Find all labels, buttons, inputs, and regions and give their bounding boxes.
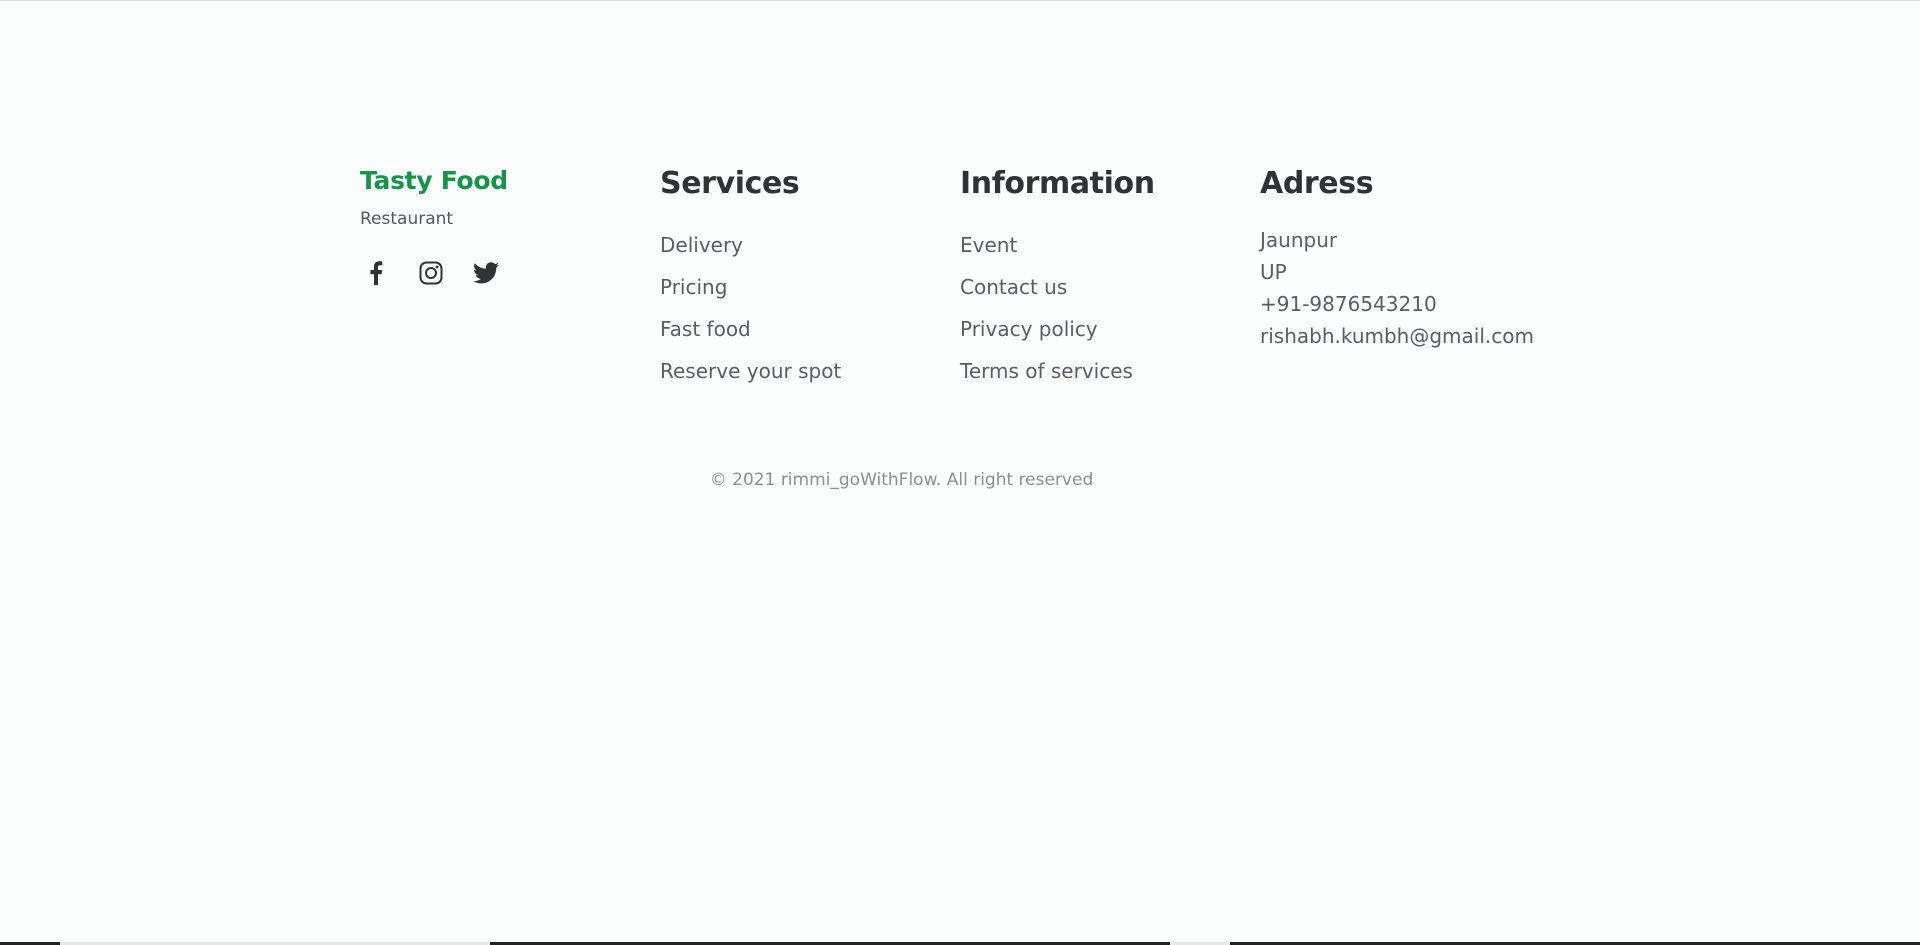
information-list: Event Contact us Privacy policy Terms of… — [960, 224, 1260, 392]
services-link-fast-food[interactable]: Fast food — [660, 308, 960, 350]
services-link-reserve[interactable]: Reserve your spot — [660, 350, 960, 392]
top-divider — [0, 0, 1920, 1]
brand-subtitle: Restaurant — [360, 209, 454, 229]
address-city: Jaunpur — [1260, 228, 1338, 252]
brand-name[interactable]: Tasty Food — [360, 166, 660, 195]
information-link-contact[interactable]: Contact us — [960, 266, 1260, 308]
facebook-icon[interactable] — [360, 257, 391, 288]
services-list: Delivery Pricing Fast food Reserve your … — [660, 224, 960, 392]
address-heading: Adress — [1260, 166, 1374, 201]
address-list: Jaunpur UP +91-9876543210 rishabh.kumbh@… — [1260, 224, 1560, 352]
address-column: Adress Jaunpur UP +91-9876543210 rishabh… — [1260, 160, 1560, 392]
instagram-icon[interactable] — [415, 257, 446, 288]
services-link-delivery[interactable]: Delivery — [660, 224, 960, 266]
information-column: Information Event Contact us Privacy pol… — [960, 160, 1260, 392]
information-link-privacy[interactable]: Privacy policy — [960, 308, 1260, 350]
address-state: UP — [1260, 260, 1287, 284]
brand-column: Tasty Food Restaurant — [360, 160, 660, 392]
address-email: rishabh.kumbh@gmail.com — [1260, 324, 1534, 348]
services-link-pricing[interactable]: Pricing — [660, 266, 960, 308]
services-column: Services Delivery Pricing Fast food Rese… — [660, 160, 960, 392]
site-footer: Tasty Food Restaurant Services Delivery … — [360, 160, 1560, 490]
footer-columns: Tasty Food Restaurant Services Delivery … — [360, 160, 1560, 392]
twitter-icon[interactable] — [470, 257, 501, 288]
information-heading: Information — [960, 166, 1155, 201]
address-phone: +91-9876543210 — [1260, 292, 1437, 316]
copyright-text: © 2021 rimmi_goWithFlow. All right reser… — [709, 470, 1094, 490]
services-heading: Services — [660, 166, 800, 201]
social-links — [360, 257, 660, 288]
information-link-terms[interactable]: Terms of services — [960, 350, 1260, 392]
information-link-event[interactable]: Event — [960, 224, 1260, 266]
